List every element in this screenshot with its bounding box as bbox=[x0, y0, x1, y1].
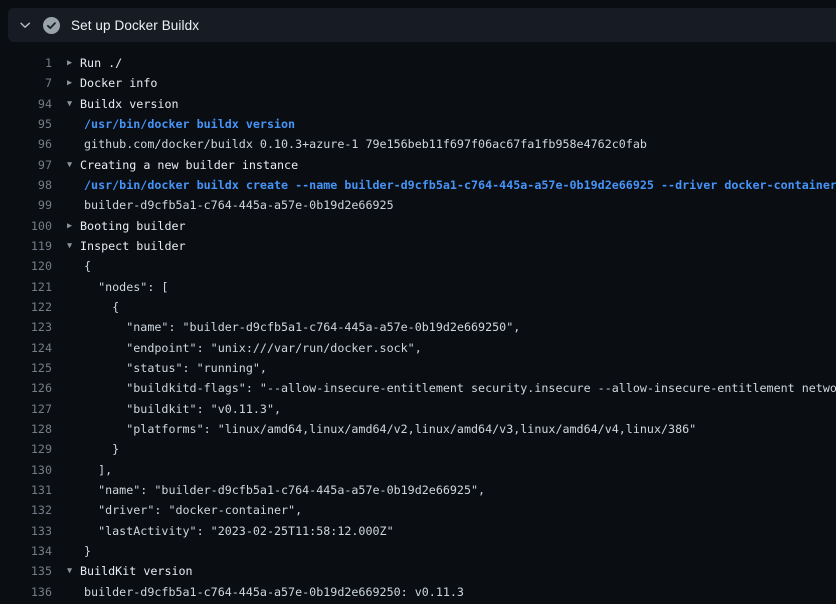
log-row: 119 ▼Inspect builder bbox=[0, 236, 836, 256]
log-row: 135 ▼BuildKit version bbox=[0, 561, 836, 581]
line-number[interactable]: 121 bbox=[0, 280, 52, 294]
log-row: 99 builder-d9cfb5a1-c764-445a-a57e-0b19d2… bbox=[0, 195, 836, 215]
log-output-text: { bbox=[84, 300, 119, 314]
step-header[interactable]: Set up Docker Buildx bbox=[8, 8, 836, 42]
group-expanded-icon[interactable]: ▼ bbox=[67, 160, 80, 170]
line-number[interactable]: 129 bbox=[0, 442, 52, 456]
line-number[interactable]: 7 bbox=[0, 76, 52, 90]
line-number[interactable]: 136 bbox=[0, 585, 52, 599]
group-label[interactable]: Docker info bbox=[80, 76, 157, 90]
group-label[interactable]: Buildx version bbox=[80, 97, 179, 111]
line-number[interactable]: 100 bbox=[0, 219, 52, 233]
group-collapsed-icon[interactable]: ▶ bbox=[67, 78, 80, 88]
log-command-text: /usr/bin/docker buildx create --name bui… bbox=[84, 178, 836, 192]
log-row: 132 "driver": "docker-container", bbox=[0, 500, 836, 520]
line-number[interactable]: 123 bbox=[0, 320, 52, 334]
line-number[interactable]: 120 bbox=[0, 259, 52, 273]
line-number[interactable]: 133 bbox=[0, 524, 52, 538]
group-label[interactable]: Creating a new builder instance bbox=[80, 158, 298, 172]
log-row: 95/usr/bin/docker buildx version bbox=[0, 114, 836, 134]
log-row: 123 "name": "builder-d9cfb5a1-c764-445a-… bbox=[0, 317, 836, 337]
log-row: 126 "buildkitd-flags": "--allow-insecure… bbox=[0, 378, 836, 398]
chevron-down-icon[interactable] bbox=[17, 17, 33, 33]
line-number[interactable]: 132 bbox=[0, 503, 52, 517]
log-row: 96 github.com/docker/buildx 0.10.3+azure-… bbox=[0, 134, 836, 154]
log-row: 97 ▼Creating a new builder instance bbox=[0, 155, 836, 175]
log-lines: 1▶Run ./7▶Docker info94▼Buildx version95… bbox=[0, 42, 836, 602]
group-expanded-icon[interactable]: ▼ bbox=[67, 99, 80, 109]
log-row: 1 ▶Run ./ bbox=[0, 53, 836, 73]
group-label[interactable]: BuildKit version bbox=[80, 564, 193, 578]
line-number[interactable]: 122 bbox=[0, 300, 52, 314]
log-row: 124 "endpoint": "unix:///var/run/docker.… bbox=[0, 338, 836, 358]
log-output-text: "lastActivity": "2023-02-25T11:58:12.000… bbox=[84, 524, 394, 538]
log-row: 120 { bbox=[0, 256, 836, 276]
line-number[interactable]: 94 bbox=[0, 97, 52, 111]
line-number[interactable]: 119 bbox=[0, 239, 52, 253]
line-number[interactable]: 135 bbox=[0, 564, 52, 578]
log-row: 122 { bbox=[0, 297, 836, 317]
log-output-text: "driver": "docker-container", bbox=[84, 503, 302, 517]
log-row: 121 "nodes": [ bbox=[0, 277, 836, 297]
log-output-text: } bbox=[84, 544, 91, 558]
group-label[interactable]: Run ./ bbox=[80, 56, 122, 70]
log-row: 129 } bbox=[0, 439, 836, 459]
log-output-text: "platforms": "linux/amd64,linux/amd64/v2… bbox=[84, 422, 696, 436]
log-output-text: "name": "builder-d9cfb5a1-c764-445a-a57e… bbox=[84, 483, 485, 497]
group-expanded-icon[interactable]: ▼ bbox=[67, 241, 80, 251]
line-number[interactable]: 128 bbox=[0, 422, 52, 436]
log-row: 100 ▶Booting builder bbox=[0, 216, 836, 236]
log-output-text: github.com/docker/buildx 0.10.3+azure-1 … bbox=[84, 137, 647, 151]
line-number[interactable]: 97 bbox=[0, 158, 52, 172]
line-number[interactable]: 99 bbox=[0, 198, 52, 212]
log-command-text: /usr/bin/docker buildx version bbox=[84, 117, 295, 131]
line-number[interactable]: 96 bbox=[0, 137, 52, 151]
line-number[interactable]: 131 bbox=[0, 483, 52, 497]
log-row: 98/usr/bin/docker buildx create --name b… bbox=[0, 175, 836, 195]
log-row: 134} bbox=[0, 541, 836, 561]
line-number[interactable]: 95 bbox=[0, 117, 52, 131]
line-number[interactable]: 98 bbox=[0, 178, 52, 192]
log-output-text: "status": "running", bbox=[84, 361, 267, 375]
line-number[interactable]: 126 bbox=[0, 381, 52, 395]
log-row: 133 "lastActivity": "2023-02-25T11:58:12… bbox=[0, 521, 836, 541]
log-row: 125 "status": "running", bbox=[0, 358, 836, 378]
line-number[interactable]: 125 bbox=[0, 361, 52, 375]
group-collapsed-icon[interactable]: ▶ bbox=[67, 221, 80, 231]
log-output-text: ], bbox=[84, 463, 112, 477]
group-label[interactable]: Inspect builder bbox=[80, 239, 186, 253]
group-collapsed-icon[interactable]: ▶ bbox=[67, 58, 80, 68]
check-circle-icon bbox=[43, 17, 60, 34]
log-row: 130 ], bbox=[0, 460, 836, 480]
step-title: Set up Docker Buildx bbox=[71, 18, 199, 33]
log-row: 136 builder-d9cfb5a1-c764-445a-a57e-0b19d… bbox=[0, 582, 836, 602]
log-row: 127 "buildkit": "v0.11.3", bbox=[0, 399, 836, 419]
log-output-text: { bbox=[84, 259, 91, 273]
log-output-text: "buildkitd-flags": "--allow-insecure-ent… bbox=[84, 381, 836, 395]
log-output-text: builder-d9cfb5a1-c764-445a-a57e-0b19d2e6… bbox=[84, 585, 464, 599]
log-output-text: "name": "builder-d9cfb5a1-c764-445a-a57e… bbox=[84, 320, 520, 334]
log-output-text: "buildkit": "v0.11.3", bbox=[84, 402, 281, 416]
line-number[interactable]: 124 bbox=[0, 341, 52, 355]
log-output-text: "nodes": [ bbox=[84, 280, 168, 294]
line-number[interactable]: 130 bbox=[0, 463, 52, 477]
group-label[interactable]: Booting builder bbox=[80, 219, 186, 233]
group-expanded-icon[interactable]: ▼ bbox=[67, 566, 80, 576]
log-output-text: "endpoint": "unix:///var/run/docker.sock… bbox=[84, 341, 422, 355]
line-number[interactable]: 1 bbox=[0, 56, 52, 70]
line-number[interactable]: 127 bbox=[0, 402, 52, 416]
log-output-text: builder-d9cfb5a1-c764-445a-a57e-0b19d2e6… bbox=[84, 198, 394, 212]
log-row: 131 "name": "builder-d9cfb5a1-c764-445a-… bbox=[0, 480, 836, 500]
log-row: 7 ▶Docker info bbox=[0, 73, 836, 93]
log-row: 128 "platforms": "linux/amd64,linux/amd6… bbox=[0, 419, 836, 439]
log-output-text: } bbox=[84, 442, 119, 456]
line-number[interactable]: 134 bbox=[0, 544, 52, 558]
log-row: 94 ▼Buildx version bbox=[0, 94, 836, 114]
